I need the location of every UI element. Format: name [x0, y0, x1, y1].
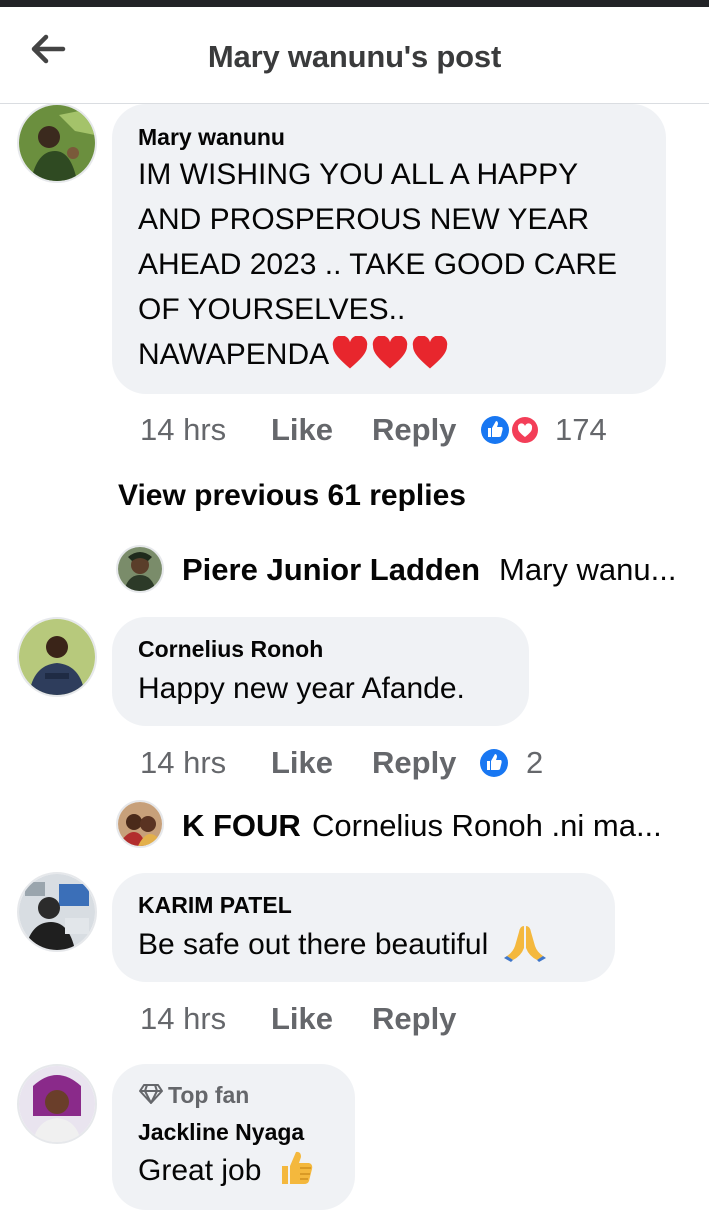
comment-author[interactable]: Mary wanunu — [138, 124, 285, 151]
reply-button[interactable]: Reply — [372, 412, 456, 448]
thumbs-up-emoji-icon — [276, 1148, 316, 1201]
comment-text: Happy new year Afande. — [138, 672, 465, 705]
comment-text: IM WISHING YOU ALL A HAPPY AND PROSPEROU… — [138, 158, 618, 371]
page-title: Mary wanunu's post — [207, 39, 502, 74]
like-button[interactable]: Like — [271, 412, 333, 448]
view-previous-replies[interactable]: View previous 61 replies — [118, 479, 466, 513]
comment-author[interactable]: Cornelius Ronoh — [138, 636, 323, 663]
like-button[interactable]: Like — [271, 1001, 333, 1037]
reply-preview-text[interactable]: Cornelius Ronoh .ni ma... — [312, 808, 662, 844]
comment-author[interactable]: Jackline Nyaga — [138, 1119, 304, 1146]
reply-author[interactable]: Piere Junior Ladden — [182, 552, 480, 588]
comment-time: 14 hrs — [140, 412, 227, 447]
comment-author[interactable]: KARIM PATEL — [138, 892, 292, 919]
status-bar — [0, 0, 709, 7]
avatar[interactable] — [17, 1064, 97, 1144]
praying-hands-icon — [503, 922, 547, 975]
reply-button[interactable]: Reply — [372, 1001, 456, 1037]
like-icon — [477, 412, 511, 448]
reply-preview-text[interactable]: Mary wanu... — [499, 552, 676, 588]
reply-button[interactable]: Reply — [372, 745, 456, 781]
reaction-count: 2 — [526, 745, 544, 780]
comment-time: 14 hrs — [140, 1001, 227, 1036]
avatar[interactable] — [116, 545, 164, 593]
avatar[interactable] — [116, 800, 164, 848]
love-icon — [509, 412, 541, 448]
comment-text: Great job — [138, 1148, 316, 1201]
top-fan-badge: Top fan — [138, 1082, 249, 1111]
like-button[interactable]: Like — [271, 745, 333, 781]
comment-text: Be safe out there beautiful — [138, 922, 547, 975]
avatar[interactable] — [17, 103, 97, 183]
top-bar: Mary wanunu's post — [0, 7, 709, 104]
like-icon[interactable] — [477, 745, 511, 781]
reaction-count: 174 — [555, 412, 607, 447]
avatar[interactable] — [17, 617, 97, 697]
avatar[interactable] — [17, 872, 97, 952]
heart-emoji-icons — [329, 336, 449, 371]
diamond-icon — [138, 1083, 164, 1111]
reply-author[interactable]: K FOUR — [182, 808, 301, 844]
comment-time: 14 hrs — [140, 745, 227, 780]
